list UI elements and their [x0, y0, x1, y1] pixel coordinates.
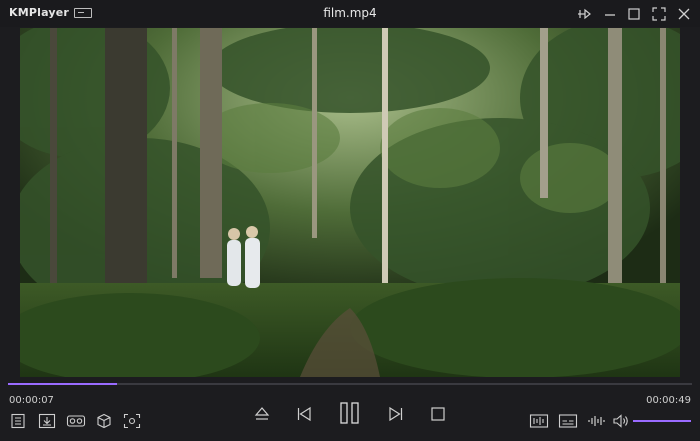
audio-wave-icon[interactable]	[587, 413, 607, 429]
playlist-icon[interactable]	[10, 413, 26, 429]
vr-icon[interactable]	[66, 413, 86, 429]
pin-icon[interactable]	[576, 6, 592, 22]
close-icon[interactable]	[676, 6, 692, 22]
next-icon[interactable]	[388, 405, 404, 423]
video-frame[interactable]	[20, 28, 680, 377]
volume-icon[interactable]	[612, 413, 630, 429]
seek-bar[interactable]	[8, 383, 692, 385]
fullscreen-icon[interactable]	[651, 6, 667, 22]
window-title: film.mp4	[323, 6, 377, 20]
total-time: 00:00:49	[646, 395, 691, 406]
maximize-icon[interactable]	[626, 6, 642, 22]
title-bar: KMPlayer film.mp4	[0, 0, 700, 27]
minimize-icon[interactable]	[602, 6, 618, 22]
eject-icon[interactable]	[254, 405, 270, 423]
pause-icon[interactable]	[339, 402, 361, 424]
download-icon[interactable]	[38, 413, 56, 429]
3d-cube-icon[interactable]	[96, 413, 112, 429]
screen-capture-icon[interactable]	[123, 413, 141, 429]
equalizer-icon[interactable]	[529, 413, 549, 429]
volume-slider[interactable]	[633, 420, 691, 422]
stop-icon[interactable]	[430, 406, 446, 422]
previous-icon[interactable]	[296, 405, 312, 423]
subtitle-icon[interactable]	[558, 413, 578, 429]
elapsed-time: 00:00:07	[9, 395, 54, 406]
seek-bar-fill	[8, 383, 118, 385]
